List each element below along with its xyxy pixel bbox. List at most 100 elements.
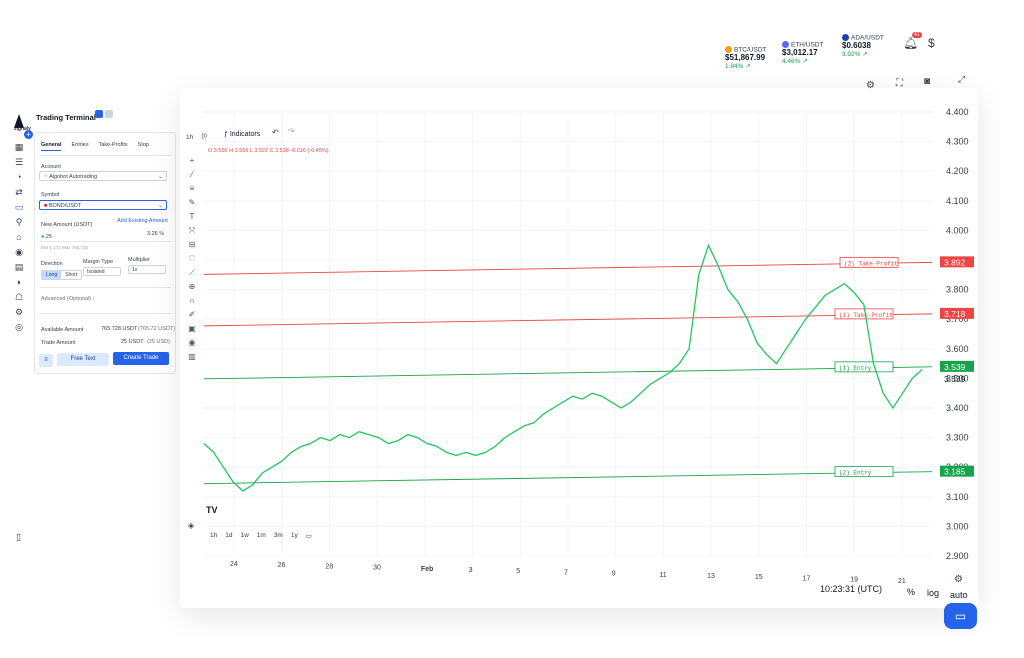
amount-field[interactable]: ● 25: [41, 234, 52, 240]
account-select[interactable]: ⚡ Algobot Autotrading ⌄: [39, 171, 167, 181]
redo-icon[interactable]: ↷: [288, 127, 295, 136]
tab-take-profits[interactable]: Take-Profits: [99, 142, 128, 151]
pattern-icon[interactable]: ⤧: [186, 224, 198, 238]
undo-icon[interactable]: ↶: [272, 128, 279, 137]
ticker-btc[interactable]: BTC/USDT $51,867.99 1.84% ↗: [725, 46, 767, 70]
log-scale-button[interactable]: log: [927, 588, 939, 598]
trash-icon[interactable]: ▥: [186, 350, 198, 364]
tf-1y[interactable]: 1y: [291, 532, 298, 540]
utc-clock: 10:23:31 (UTC): [820, 584, 883, 594]
x-tick-label: 30: [373, 565, 381, 572]
tf-1h[interactable]: 1h: [210, 532, 217, 540]
text-icon[interactable]: T: [186, 210, 198, 224]
percent-scale-button[interactable]: %: [907, 587, 915, 597]
ticker-eth[interactable]: ETH/USDT $3,012.17 4.46% ↗: [782, 41, 824, 65]
doc-icon[interactable]: ▤: [14, 262, 24, 272]
measure-range-icon[interactable]: ⊟: [186, 238, 198, 252]
trade-label: Trade Amount: [41, 340, 76, 346]
auto-scale-button[interactable]: auto: [950, 590, 968, 600]
add-existing-link[interactable]: Add Existing Amount: [117, 218, 168, 224]
eye-icon[interactable]: ◉: [186, 336, 198, 350]
lock-icon[interactable]: ▣: [186, 322, 198, 336]
bell-icon[interactable]: 🔔︎: [903, 36, 918, 50]
magnet-icon[interactable]: ∩: [186, 294, 198, 308]
price-chart[interactable]: (2) Take-Profit(1) Take-Profit(1) Entry(…: [180, 88, 978, 608]
docs-icon[interactable]: ▯: [16, 532, 21, 543]
tf-1d[interactable]: 1d: [225, 532, 232, 540]
expand-icon[interactable]: ⤢: [958, 74, 965, 85]
direction-toggle: Long Short: [41, 270, 83, 280]
crosshair-icon[interactable]: +: [186, 154, 198, 168]
layout-switch: [95, 110, 113, 118]
add-button[interactable]: +: [24, 130, 33, 139]
free-text-button[interactable]: Free Text: [57, 353, 109, 366]
symbol-select[interactable]: ■ BOND/USDT ⌄: [39, 200, 167, 210]
layers-icon[interactable]: ◈: [188, 521, 194, 530]
ticker-ada[interactable]: ADA/USDT $0.6038 3.92% ↗: [842, 34, 884, 58]
advanced-toggle[interactable]: Advanced (Optional) ›: [41, 296, 95, 302]
list-icon[interactable]: ☰: [14, 157, 24, 167]
tab-general[interactable]: General: [41, 142, 62, 151]
lock-drawing-icon[interactable]: ✐: [186, 308, 198, 322]
camera-icon[interactable]: ◙: [924, 76, 930, 87]
ruler-icon[interactable]: ⟋: [186, 266, 198, 280]
available-value: 765.728 USDT: [101, 326, 138, 332]
x-tick-label: 17: [803, 575, 811, 582]
tree-icon[interactable]: ⚲: [14, 217, 24, 227]
swap-icon[interactable]: ⇄: [14, 187, 24, 197]
tab-entries[interactable]: Entries: [71, 142, 88, 151]
bank-icon[interactable]: ⌂: [14, 232, 24, 242]
available-label: Available Amount: [41, 327, 84, 333]
chat-support-button[interactable]: ▭: [944, 603, 977, 629]
create-trade-button[interactable]: Create Trade: [113, 352, 169, 365]
ohlc-open: O 3.556: [208, 148, 228, 154]
fullscreen-icon[interactable]: ⛶: [896, 78, 903, 89]
long-button[interactable]: Long: [42, 271, 62, 279]
terminal-icon[interactable]: ▭: [14, 202, 24, 212]
brush-icon[interactable]: ✎: [186, 196, 198, 210]
settings-icon[interactable]: ⚙: [866, 80, 875, 91]
y-tick-label: 4.100: [946, 196, 969, 206]
pie-icon[interactable]: ◔: [14, 172, 24, 182]
dollar-icon[interactable]: $: [928, 36, 935, 50]
account-label: Account: [41, 164, 61, 170]
fib-icon[interactable]: ≡: [186, 182, 198, 196]
menu-button[interactable]: ≡: [39, 354, 53, 367]
advanced-divider-bottom: [39, 313, 171, 314]
support-icon[interactable]: ◎: [14, 322, 24, 332]
dashboard-icon[interactable]: ▦: [14, 142, 24, 152]
chevron-down-icon: ⌄: [157, 174, 163, 180]
eye-icon[interactable]: ◉: [14, 247, 24, 257]
margin-select[interactable]: Isolated: [83, 267, 121, 276]
order-tag-label: (1) Entry: [839, 365, 872, 372]
robot-icon[interactable]: ☖: [14, 292, 24, 302]
tf-1w[interactable]: 1w: [240, 532, 248, 540]
tf-3m[interactable]: 3m: [274, 532, 283, 540]
x-tick-label: Feb: [421, 566, 433, 573]
y-tick-label: 4.200: [946, 166, 969, 176]
scale-settings-icon[interactable]: ⚙: [954, 574, 963, 585]
tf-1m[interactable]: 1m: [257, 532, 266, 540]
chart-window: (2) Take-Profit (1) Take-Profit (1) Entry(…: [180, 74, 978, 608]
trendline-icon[interactable]: ⁄: [186, 168, 198, 182]
heart-icon[interactable]: ♡: [186, 252, 198, 266]
order-panel: General Entries Take-Profits Stop Accoun…: [34, 132, 176, 374]
tab-stop[interactable]: Stop: [138, 142, 149, 151]
x-tick-label: 9: [612, 571, 616, 578]
rss-icon[interactable]: ◗: [14, 277, 24, 287]
multiplier-select[interactable]: 1x: [128, 265, 166, 274]
x-tick-label: 7: [564, 569, 568, 576]
ticker-name: BTC/USDT: [734, 46, 767, 54]
gear-icon[interactable]: ⚙: [14, 307, 24, 317]
ticker-price: $51,867.99: [725, 53, 766, 63]
date-range-icon[interactable]: ▭: [306, 532, 312, 540]
x-axis: 24 26 28 30 Feb 3 5 7 9 11 13 15 17 19 21: [230, 561, 906, 585]
layout-single-button[interactable]: [95, 110, 103, 118]
interval-button[interactable]: 1h: [186, 134, 193, 141]
zoom-icon[interactable]: ⊕: [186, 280, 198, 294]
indicators-button[interactable]: ƒ Indicators: [224, 131, 260, 138]
short-button[interactable]: Short: [61, 271, 81, 279]
compare-icon[interactable]: |◊: [202, 133, 207, 140]
tradingview-logo[interactable]: TV: [206, 505, 218, 515]
layout-grid-button[interactable]: [105, 110, 113, 118]
